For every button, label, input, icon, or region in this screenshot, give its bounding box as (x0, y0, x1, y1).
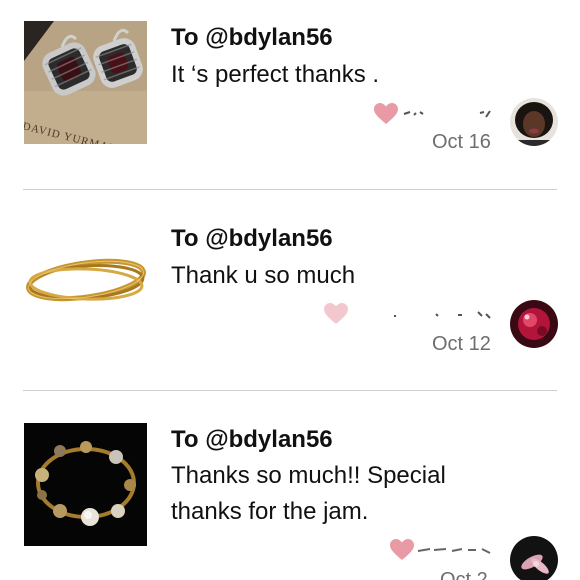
earrings-image: DAVID YURMAN (24, 21, 147, 144)
listing-thumbnail[interactable]: DAVID YURMAN (24, 21, 147, 144)
note-date: Oct 2 (440, 569, 488, 580)
redacted-username (394, 311, 491, 319)
user-avatar-woman-icon (510, 98, 558, 146)
love-note-card[interactable]: To @bdylan56 Thank u so much Oct 12 (0, 190, 580, 390)
recipient-label: To @bdylan56 (171, 24, 333, 51)
heart-icon (390, 539, 414, 560)
note-date: Oct 12 (432, 333, 491, 355)
love-note-card[interactable]: To @bdylan56 Thanks so much!! Special th… (0, 391, 580, 580)
redacted-username (417, 548, 491, 554)
heart-icon (324, 303, 348, 324)
user-avatar[interactable] (510, 536, 558, 580)
note-date: Oct 16 (432, 131, 491, 153)
user-avatar-pink-flowers-icon (510, 536, 558, 580)
bracelet-image (24, 423, 147, 546)
user-avatar-red-crystal-icon (510, 300, 558, 348)
note-message: Thank u so much (171, 262, 356, 289)
heart-icon (374, 103, 398, 124)
bangle-image (24, 222, 147, 345)
user-avatar[interactable] (510, 98, 558, 146)
listing-thumbnail[interactable] (24, 222, 147, 345)
recipient-label: To @bdylan56 (171, 225, 333, 252)
note-message: Thanks so much!! Special thanks for the … (171, 462, 446, 525)
love-notes-feed: DAVID YURMAN To @bdylan56 It ‘s perfect … (0, 0, 580, 580)
note-message: It ‘s perfect thanks . (171, 61, 380, 88)
recipient-label: To @bdylan56 (171, 426, 333, 453)
listing-thumbnail[interactable] (24, 423, 147, 546)
love-note-card[interactable]: DAVID YURMAN To @bdylan56 It ‘s perfect … (0, 0, 580, 190)
user-avatar[interactable] (510, 300, 558, 348)
redacted-username (403, 110, 491, 118)
